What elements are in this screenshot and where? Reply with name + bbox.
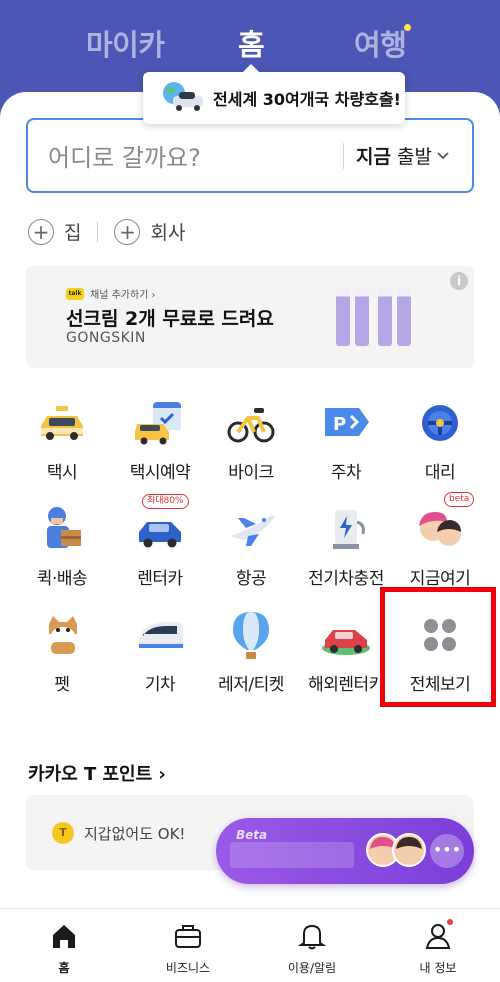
rent-car-icon [133, 502, 187, 556]
service-label: 레저/티켓 [218, 675, 284, 695]
saved-places: + 집 + 회사 [28, 218, 185, 245]
people-faces-icon [413, 502, 467, 556]
plus-icon: + [114, 218, 141, 245]
beta-floating-banner[interactable]: Beta ••• [216, 818, 474, 884]
service-designated-driver[interactable]: 대리 [390, 396, 490, 483]
service-label: 렌터카 [137, 569, 183, 589]
service-label: 퀵·배송 [36, 569, 88, 589]
nav-my-info[interactable]: 내 정보 [388, 919, 488, 976]
bottom-nav: 홈 비즈니스 이용/알림 내 정보 [0, 908, 500, 982]
service-leisure-ticket[interactable]: 레저/티켓 [201, 608, 301, 695]
service-flight[interactable]: 항공 [201, 502, 301, 589]
kakao-t-points-title[interactable]: 카카오 T 포인트 › [28, 760, 166, 786]
ad-title: 선크림 2개 무료로 드려요 [66, 308, 274, 330]
add-home-button[interactable]: + 집 [28, 218, 81, 245]
add-work-button[interactable]: + 회사 [114, 218, 185, 245]
nav-label: 홈 [58, 961, 70, 975]
chevron-down-icon[interactable] [436, 146, 450, 165]
parking-icon: P [319, 396, 373, 450]
t-coin-icon: T [52, 822, 74, 844]
kakaotalk-icon: talk [66, 287, 84, 300]
home-icon [49, 921, 79, 951]
nav-label: 이용/알림 [287, 961, 337, 975]
nav-usage-alerts[interactable]: 이용/알림 [262, 921, 362, 976]
service-label: 지금여기 [409, 569, 471, 589]
tab-travel[interactable]: 여행 [354, 22, 407, 64]
service-label: 펫 [54, 675, 70, 695]
travel-tooltip[interactable]: 전세계 30여개국 차량호출! [143, 64, 405, 124]
service-label: 바이크 [228, 463, 274, 483]
new-dot-indicator [404, 24, 411, 31]
departure-time-selector[interactable]: 지금 출발 [356, 142, 432, 169]
ad-brand: GONGSKIN [66, 330, 146, 346]
briefcase-icon [173, 921, 203, 951]
service-label: 택시예약 [129, 463, 191, 483]
nav-business[interactable]: 비즈니스 [138, 921, 238, 976]
service-ev-charging[interactable]: 전기차충전 [296, 502, 396, 589]
bell-icon [297, 921, 327, 951]
service-label: 택시 [46, 463, 78, 483]
ad-banner[interactable]: talk 채널 추가하기 › 선크림 2개 무료로 드려요 GONGSKIN i [26, 266, 474, 368]
dog-icon [35, 608, 89, 662]
delivery-person-icon [35, 502, 89, 556]
points-text: 지갑없어도 OK! [84, 825, 186, 843]
place-label-home: 집 [64, 222, 82, 244]
tab-home[interactable]: 홈 [238, 22, 265, 64]
info-icon[interactable]: i [450, 272, 468, 290]
ad-channel-label: 채널 추가하기 › [90, 290, 156, 301]
service-label: 주차 [330, 463, 362, 483]
service-label: 기차 [144, 675, 176, 695]
service-rent-car[interactable]: 최대80% 렌터카 [110, 494, 210, 589]
taxi-calendar-icon [133, 396, 187, 450]
service-quick-delivery[interactable]: 퀵·배송 [12, 502, 112, 589]
steering-wheel-icon [413, 396, 467, 450]
service-here-now[interactable]: beta 지금여기 [390, 492, 490, 589]
airplane-icon [224, 502, 278, 556]
beta-label: Beta [236, 828, 268, 842]
service-taxi[interactable]: 택시 [12, 396, 112, 483]
service-bike[interactable]: 바이크 [201, 396, 301, 483]
tab-mycar[interactable]: 마이카 [86, 22, 165, 64]
notification-dot [447, 919, 453, 925]
nav-home[interactable]: 홈 [14, 921, 114, 976]
search-divider [343, 142, 345, 169]
highlight-box [380, 587, 496, 707]
departure-time-bold: 지금 [356, 146, 391, 168]
place-divider [97, 221, 99, 242]
person-icon [423, 919, 453, 951]
nav-label: 비즈니스 [165, 961, 211, 975]
search-placeholder[interactable]: 어디로 갈까요? [48, 138, 343, 173]
overseas-car-icon [319, 608, 373, 662]
globe-car-icon [161, 80, 205, 116]
plus-icon: + [28, 218, 54, 245]
blurred-content [230, 842, 354, 868]
more-icon[interactable]: ••• [430, 834, 464, 868]
service-taxi-reservation[interactable]: 택시예약 [110, 396, 210, 483]
service-label: 항공 [235, 569, 267, 589]
svg-text:P: P [333, 414, 346, 435]
taxi-icon [35, 396, 89, 450]
destination-search-box[interactable]: 어디로 갈까요? 지금 출발 [26, 118, 474, 193]
service-pet[interactable]: 펫 [12, 608, 112, 695]
service-parking[interactable]: P 주차 [296, 396, 396, 483]
ev-charger-icon [319, 502, 373, 556]
train-icon [133, 608, 187, 662]
departure-time-rest: 출발 [391, 146, 432, 168]
service-label: 대리 [424, 463, 456, 483]
nav-label: 내 정보 [419, 961, 457, 975]
service-train[interactable]: 기차 [110, 608, 210, 695]
avatar [392, 833, 426, 867]
hot-air-balloon-icon [224, 608, 278, 662]
place-label-work: 회사 [150, 222, 186, 244]
bike-icon [224, 396, 278, 450]
ad-channel-link[interactable]: talk 채널 추가하기 › [66, 286, 156, 301]
tooltip-text: 전세계 30여개국 차량호출! [213, 90, 401, 109]
service-label: 전기차충전 [308, 569, 384, 589]
